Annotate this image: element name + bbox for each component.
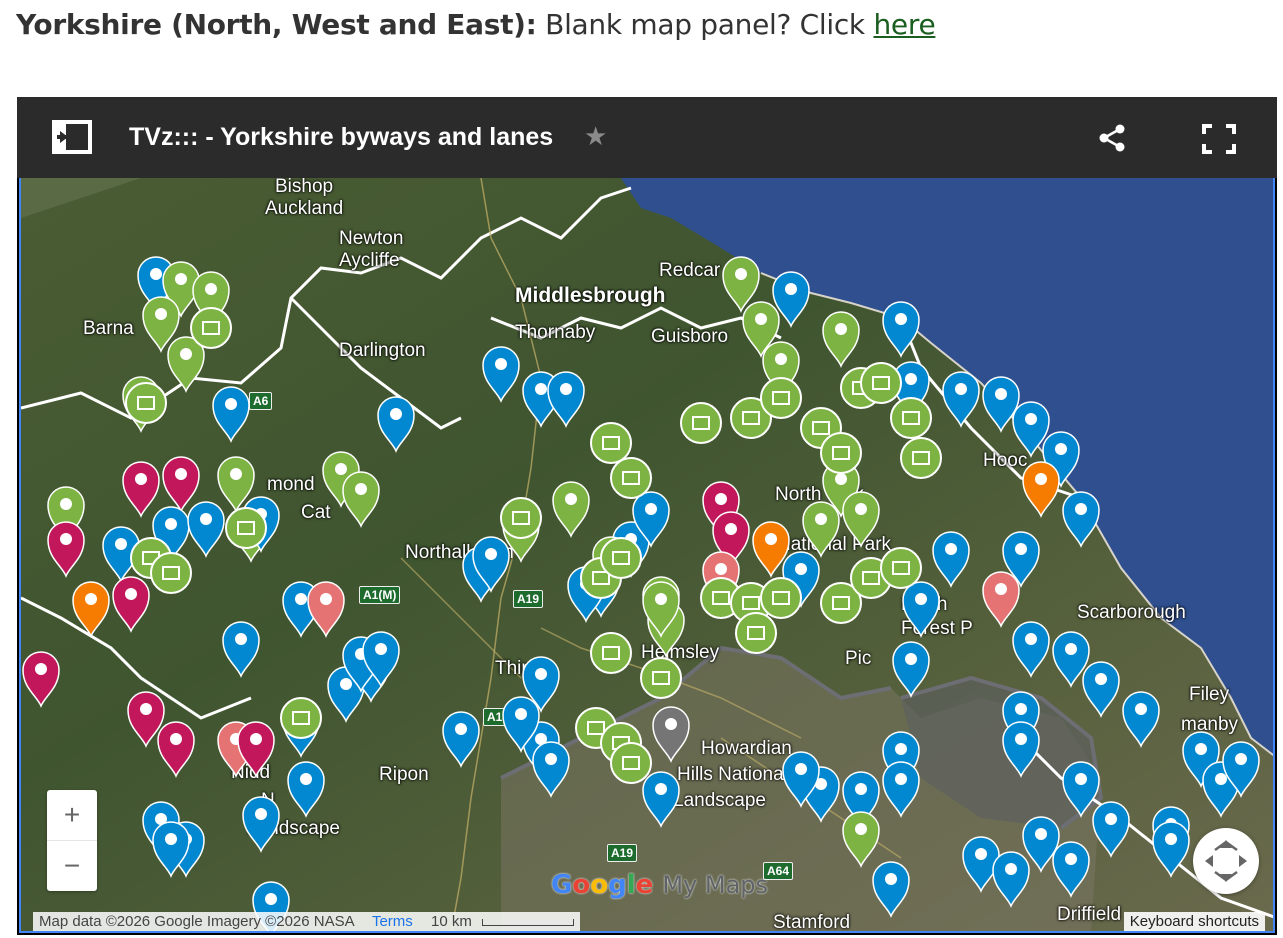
scale-bar bbox=[482, 918, 575, 926]
photo-marker[interactable] bbox=[150, 552, 192, 594]
map-marker[interactable] bbox=[237, 721, 275, 779]
map-marker[interactable] bbox=[1012, 621, 1050, 679]
map-marker[interactable] bbox=[1062, 491, 1100, 549]
blank-panel-prompt: Blank map panel? Click bbox=[545, 8, 865, 41]
map-marker[interactable] bbox=[1152, 821, 1190, 879]
map-marker[interactable] bbox=[122, 461, 160, 519]
map-marker[interactable] bbox=[167, 336, 205, 394]
map-marker[interactable] bbox=[902, 581, 940, 639]
share-icon[interactable] bbox=[1097, 123, 1127, 158]
google-mymaps-logo: Google My Maps bbox=[551, 870, 769, 900]
map-marker[interactable] bbox=[72, 581, 110, 639]
photo-marker[interactable] bbox=[590, 632, 632, 674]
map-marker[interactable] bbox=[212, 386, 250, 444]
map-marker[interactable] bbox=[842, 491, 880, 549]
map-marker[interactable] bbox=[157, 721, 195, 779]
photo-marker[interactable] bbox=[125, 382, 167, 424]
map-marker[interactable] bbox=[892, 641, 930, 699]
photo-marker[interactable] bbox=[500, 497, 542, 539]
here-link[interactable]: here bbox=[873, 8, 935, 41]
map-marker[interactable] bbox=[882, 761, 920, 819]
photo-marker[interactable] bbox=[610, 457, 652, 499]
photo-marker[interactable] bbox=[735, 612, 777, 654]
photo-marker[interactable] bbox=[860, 362, 902, 404]
map-marker[interactable] bbox=[162, 456, 200, 514]
pan-control[interactable] bbox=[1193, 828, 1259, 894]
map-marker[interactable] bbox=[1122, 691, 1160, 749]
embedded-map: TVz::: - Yorkshire byways and lanes ★ Bi… bbox=[17, 97, 1277, 935]
map-marker[interactable] bbox=[882, 301, 920, 359]
map-marker[interactable] bbox=[112, 576, 150, 634]
map-marker[interactable] bbox=[992, 851, 1030, 909]
photo-marker[interactable] bbox=[225, 507, 267, 549]
map-marker[interactable] bbox=[482, 346, 520, 404]
zoom-in-button[interactable]: + bbox=[47, 790, 97, 840]
map-marker[interactable] bbox=[842, 811, 880, 869]
map-marker[interactable] bbox=[1002, 721, 1040, 779]
map-marker[interactable] bbox=[872, 861, 910, 919]
map-marker[interactable] bbox=[22, 651, 60, 709]
map-markers bbox=[22, 256, 1260, 931]
map-canvas[interactable]: Bishop Auckland Newton Aycliffe Redcar M… bbox=[19, 178, 1275, 933]
map-marker[interactable] bbox=[222, 621, 260, 679]
map-title: TVz::: - Yorkshire byways and lanes bbox=[129, 123, 554, 151]
page-heading: Yorkshire (North, West and East): Blank … bbox=[16, 8, 936, 41]
terms-link[interactable]: Terms bbox=[372, 913, 413, 930]
zoom-control: + − bbox=[47, 790, 97, 891]
map-marker[interactable] bbox=[377, 396, 415, 454]
map-marker[interactable] bbox=[307, 581, 345, 639]
photo-marker[interactable] bbox=[610, 742, 652, 784]
map-attribution: Map data ©2026 Google Imagery ©2026 NASA… bbox=[33, 912, 581, 931]
map-marker[interactable] bbox=[1052, 841, 1090, 899]
keyboard-shortcuts-link[interactable]: Keyboard shortcuts bbox=[1123, 912, 1265, 931]
map-marker[interactable] bbox=[1062, 761, 1100, 819]
photo-marker[interactable] bbox=[600, 537, 642, 579]
photo-marker[interactable] bbox=[680, 402, 722, 444]
map-marker[interactable] bbox=[287, 761, 325, 819]
map-marker[interactable] bbox=[652, 706, 690, 764]
map-marker[interactable] bbox=[932, 531, 970, 589]
photo-marker[interactable] bbox=[280, 697, 322, 739]
map-marker[interactable] bbox=[1022, 461, 1060, 519]
move-arrows-icon bbox=[1205, 840, 1247, 882]
map-marker[interactable] bbox=[187, 501, 225, 559]
region-label: Yorkshire (North, West and East): bbox=[16, 8, 537, 41]
photo-marker[interactable] bbox=[760, 377, 802, 419]
map-header: TVz::: - Yorkshire byways and lanes ★ bbox=[17, 97, 1277, 178]
photo-marker[interactable] bbox=[890, 397, 932, 439]
photo-marker[interactable] bbox=[190, 307, 232, 349]
map-marker[interactable] bbox=[342, 471, 380, 529]
fullscreen-icon[interactable] bbox=[1201, 123, 1237, 160]
photo-marker[interactable] bbox=[900, 437, 942, 479]
map-marker[interactable] bbox=[1092, 801, 1130, 859]
map-marker[interactable] bbox=[442, 711, 480, 769]
map-marker[interactable] bbox=[552, 481, 590, 539]
photo-marker[interactable] bbox=[640, 657, 682, 699]
photo-marker[interactable] bbox=[880, 547, 922, 589]
attribution-text: Map data ©2026 Google Imagery ©2026 NASA bbox=[39, 913, 354, 930]
map-marker[interactable] bbox=[642, 771, 680, 829]
map-marker[interactable] bbox=[802, 501, 840, 559]
map-marker[interactable] bbox=[47, 521, 85, 579]
map-marker[interactable] bbox=[242, 796, 280, 854]
scale-label: 10 km bbox=[430, 913, 472, 930]
map-marker[interactable] bbox=[942, 371, 980, 429]
map-marker[interactable] bbox=[982, 571, 1020, 629]
map-marker[interactable] bbox=[532, 741, 570, 799]
map-marker[interactable] bbox=[547, 371, 585, 429]
star-icon[interactable]: ★ bbox=[584, 121, 607, 152]
mymaps-wordmark: My Maps bbox=[662, 871, 769, 899]
map-marker[interactable] bbox=[822, 311, 860, 369]
zoom-out-button[interactable]: − bbox=[47, 841, 97, 891]
map-marker[interactable] bbox=[1082, 661, 1120, 719]
sidebar-toggle-icon[interactable] bbox=[51, 119, 93, 160]
photo-marker[interactable] bbox=[820, 432, 862, 474]
photo-marker[interactable] bbox=[760, 577, 802, 619]
photo-marker[interactable] bbox=[590, 422, 632, 464]
